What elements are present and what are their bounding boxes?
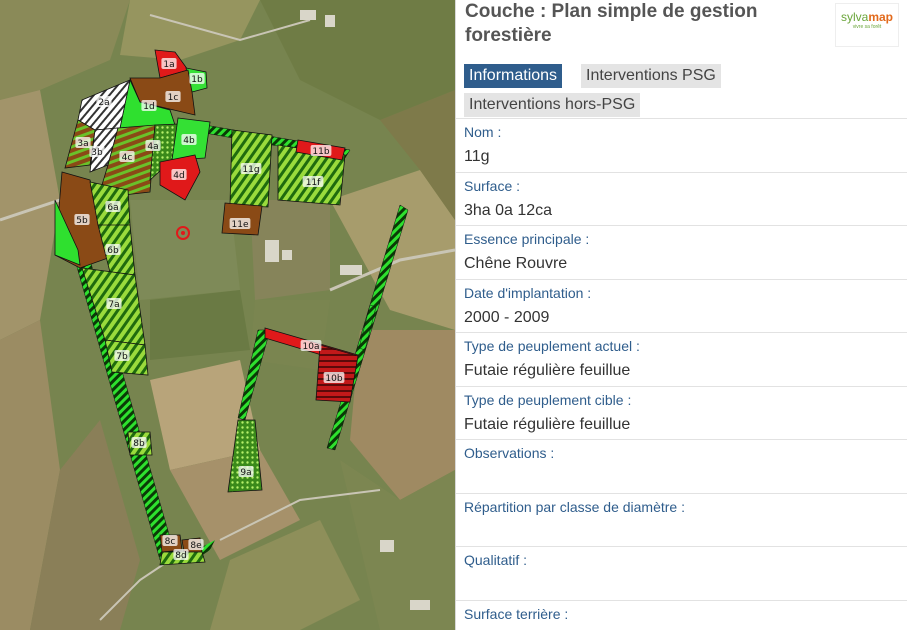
parcel-label-4d: 4d xyxy=(173,171,184,181)
tab-interventions-psg[interactable]: Interventions PSG xyxy=(581,64,721,88)
field-label: Nom : xyxy=(464,124,502,140)
tab-informations[interactable]: Informations xyxy=(464,64,563,88)
parcel-label-1a: 1a xyxy=(163,60,174,70)
parcel-label-8e: 8e xyxy=(190,541,202,551)
parcel-label-4a: 4a xyxy=(147,142,158,152)
parcel-label-11e: 11e xyxy=(232,220,249,230)
field-value: Chêne Rouvre xyxy=(464,255,568,272)
parcel-label-4c: 4c xyxy=(122,153,133,163)
field-label: Type de peuplement actuel : xyxy=(464,338,640,354)
field-surface-terriere: Surface terrière : xyxy=(456,599,907,630)
parcel-label-2a: 2a xyxy=(98,98,109,108)
field-observations: Observations : xyxy=(456,439,907,493)
parcel-label-8d: 8d xyxy=(175,551,186,561)
field-value: Futaie régulière feuillue xyxy=(464,362,631,379)
sylvamap-logo[interactable]: sylvamap vivre sa forêt xyxy=(835,3,899,47)
field-label: Type de peuplement cible : xyxy=(464,391,632,408)
parcel-label-1b: 1b xyxy=(191,75,203,85)
info-panel: Couche : Plan simple de gestion forestiè… xyxy=(455,0,907,630)
parcel-label-11b: 11b xyxy=(312,147,329,157)
field-value xyxy=(464,623,907,629)
field-nom: Nom : 11g xyxy=(456,118,907,172)
tab-interventions-hors-psg[interactable]: Interventions hors-PSG xyxy=(464,93,641,117)
attribute-list: Nom : 11g Surface : 3ha 0a 12ca Essence … xyxy=(456,118,907,630)
parcel-label-8b: 8b xyxy=(133,439,145,449)
field-label: Répartition par classe de diamètre : xyxy=(464,498,685,515)
field-qualitatif: Qualitatif : xyxy=(456,546,907,600)
field-value: 2000 - 2009 xyxy=(464,308,550,326)
parcel-label-10b: 10b xyxy=(325,374,342,384)
field-value: Futaie régulière feuillue xyxy=(464,415,631,433)
parcel-label-3a: 3a xyxy=(77,139,88,149)
field-label: Qualitatif : xyxy=(464,552,528,568)
parcel-label-8c: 8c xyxy=(165,537,176,547)
layer-title: Couche : Plan simple de gestion forestiè… xyxy=(465,1,758,46)
field-value: 3ha 0a 12ca xyxy=(464,201,553,219)
field-label: Date d'implantation : xyxy=(464,284,592,301)
field-label: Essence principale : xyxy=(464,231,590,247)
field-label: Surface terrière : xyxy=(464,605,569,622)
field-date-implantation: Date d'implantation : 2000 - 2009 xyxy=(456,278,907,333)
parcel-label-5b: 5b xyxy=(76,216,88,226)
parcel-label-1c: 1c xyxy=(168,93,179,103)
logo-text-part2: map xyxy=(868,10,894,24)
field-repartition-diametre: Répartition par classe de diamètre : xyxy=(456,492,907,547)
map-view[interactable]: 1a 1b 1c 1d 2a 3a 3b 4a 4b 4c 4d 5b 6a 6b 7a 7b 8b 8c 8d 8e… xyxy=(0,0,455,630)
field-surface: Surface : 3ha 0a 12ca xyxy=(456,171,907,226)
parcel-label-7a: 7a xyxy=(108,300,119,310)
logo-text-part1: sylva xyxy=(840,10,869,24)
field-value xyxy=(464,569,907,575)
parcel-label-11f: 11f xyxy=(306,178,321,188)
field-type-peuplement-cible: Type de peuplement cible : Futaie réguli… xyxy=(456,385,907,440)
parcel-label-6a: 6a xyxy=(107,203,118,213)
field-essence-principale: Essence principale : Chêne Rouvre xyxy=(456,225,907,279)
parcel-label-4b: 4b xyxy=(183,136,195,146)
parcel-label-3b: 3b xyxy=(91,148,103,158)
map-canvas[interactable]: 1a 1b 1c 1d 2a 3a3b 4a 4b 4c 4d 5b 6a 6b 7a 7b 8b 8c 8d 8e… xyxy=(0,0,455,630)
parcel-label-9a: 9a xyxy=(240,468,251,478)
field-type-peuplement-actuel: Type de peuplement actuel : Futaie régul… xyxy=(456,332,907,386)
field-value xyxy=(464,516,907,522)
field-value xyxy=(464,462,907,468)
logo-tagline: vivre sa forêt xyxy=(852,24,882,30)
parcel-label-10a: 10a xyxy=(303,342,320,352)
parcel-label-1d: 1d xyxy=(143,102,154,112)
parcel-label-11g: 11g xyxy=(242,165,259,175)
field-label: Surface : xyxy=(464,177,521,194)
parcel-label-6b: 6b xyxy=(107,246,119,256)
app-root: 1a 1b 1c 1d 2a 3a 3b 4a 4b 4c 4d 5b 6a 6b 7a 7b 8b 8c 8d 8e… xyxy=(0,0,907,630)
field-label: Observations : xyxy=(464,445,555,461)
parcel-label-7b: 7b xyxy=(116,352,128,362)
field-value: 11g xyxy=(464,148,490,165)
